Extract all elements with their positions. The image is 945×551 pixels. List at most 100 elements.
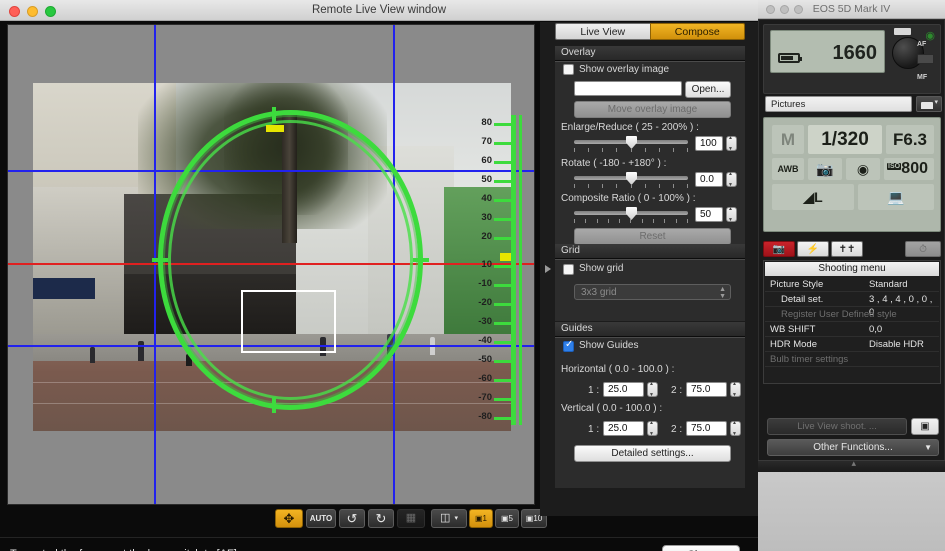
horizontal-guides-label: Horizontal ( 0.0 - 100.0 ) : [561,364,674,375]
battery-icon [778,53,800,63]
menu-key: Detail set. [781,293,823,306]
live-view-viewer[interactable]: 80 70 60 50 40 30 20 10 -10 -20 -30 -40 … [7,24,535,505]
enlarge-reduce-slider[interactable] [574,136,688,150]
af-mf-switch[interactable]: AF MF [915,41,937,81]
flash-menu-tab[interactable]: ⚡ [797,241,829,257]
menu-row-detail-set[interactable]: Detail set. 3 , 4 , 4 , 0 , 0 , 0 [765,293,939,307]
ruler-bar-secondary [519,115,522,425]
shooting-mode-value[interactable]: M [772,125,804,154]
show-guides-checkbox[interactable] [563,341,574,352]
metering-mode-icon[interactable]: ◉ [846,158,880,180]
composite-ratio-slider[interactable] [574,207,688,221]
vertical-2-label: 2 : [671,424,682,435]
compose-tick-bottom [272,397,276,413]
ruler-label: -20 [466,297,492,308]
camera-window-resize-grip[interactable] [758,460,945,472]
zoom-1x-button[interactable]: ▣1 [469,509,493,528]
zoom-5x-button[interactable]: ▣5 [495,509,519,528]
rotate-slider[interactable] [574,172,688,186]
split-view-button[interactable]: ◫ ▾ [431,509,467,528]
menu-row-hdr-mode[interactable]: HDR Mode Disable HDR [765,338,939,352]
horizontal-1-field[interactable]: 25.0 [603,382,644,397]
focus-frame[interactable] [241,290,336,353]
enlarge-reduce-stepper[interactable] [726,136,737,151]
chevron-down-icon: ▼ [924,440,932,456]
grid-type-select[interactable]: 3x3 grid ▲▼ [574,284,731,300]
desktop-background [758,472,945,551]
reset-button[interactable]: Reset [574,228,731,245]
compose-handle-top[interactable] [266,125,284,132]
rotate-left-button[interactable]: ↺ [339,509,365,528]
menu-row-picture-style[interactable]: Picture Style Standard [765,278,939,292]
ruler-label: -60 [466,373,492,384]
rotate-right-button[interactable]: ↻ [368,509,394,528]
focus-target-button[interactable]: ✥ [275,509,303,528]
chevron-down-icon: ▾ [454,510,458,527]
image-awning [33,278,95,299]
compose-tick-right [413,258,429,262]
shooting-menu-tab[interactable]: 📷 [763,241,795,257]
rotate-stepper[interactable] [726,172,737,187]
enlarge-reduce-value[interactable]: 100 [695,136,723,151]
image-pedestrian [90,347,95,363]
grid-section-header: Grid [555,244,745,259]
af-mf-toggle-icon[interactable] [917,54,934,64]
menu-row-bulb-timer[interactable]: Bulb timer settings [765,353,939,367]
overlay-path-field[interactable] [574,81,682,96]
stepper-arrows-icon: ▲▼ [719,286,726,300]
detailed-settings-button[interactable]: Detailed settings... [574,445,731,462]
show-grid-checkbox[interactable] [563,264,574,275]
vertical-1-field[interactable]: 25.0 [603,421,644,436]
open-overlay-button[interactable]: Open... [685,81,731,98]
compose-tick-top [272,107,276,123]
mf-label: MF [917,74,927,81]
rotate-value[interactable]: 0.0 [695,172,723,187]
vertical-2-stepper[interactable] [730,421,741,436]
vertical-1-stepper[interactable] [647,421,658,436]
vertical-2-field[interactable]: 75.0 [686,421,727,436]
folder-picker-button[interactable] [916,96,942,112]
save-destination-icon[interactable]: 💻 [858,184,934,210]
horizontal-2-stepper[interactable] [730,382,741,397]
show-overlay-checkbox[interactable] [563,64,574,75]
live-view-shoot-button[interactable]: Live View shoot. ... [767,418,907,435]
picture-style-icon[interactable]: 📷 [808,158,842,180]
vertical-1-label: 1 : [588,424,599,435]
shutter-speed-value[interactable]: 1/320 [808,125,882,154]
timer-menu-tab[interactable]: ⏱ [905,241,941,257]
ruler-label: 20 [466,231,492,242]
horizontal-1-stepper[interactable] [647,382,658,397]
menu-row-register-user-style[interactable]: Register User Defined style [765,308,939,322]
rotate-right-icon: ↻ [376,510,387,527]
camera-control-window: EOS 5D Mark IV 1660 ◉ AF MF Pictures [758,0,945,551]
aperture-value[interactable]: F6.3 [886,125,934,154]
move-overlay-image-button[interactable]: Move overlay image [574,101,731,118]
composite-ratio-stepper[interactable] [726,207,737,222]
setup-menu-tab[interactable]: ✝✝ [831,241,863,257]
iso-value[interactable]: ISO 800 [884,158,934,180]
grid-icon: ▦ [406,510,416,527]
composite-ratio-value[interactable]: 50 [695,207,723,222]
white-balance-value[interactable]: AWB [772,158,804,180]
horizontal-2-field[interactable]: 75.0 [686,382,727,397]
enlarge-reduce-label: Enlarge/Reduce ( 25 - 200% ) : [561,122,699,133]
image-quality-icon[interactable]: ◢L [772,184,854,210]
other-functions-button[interactable]: Other Functions... ▼ [767,439,939,456]
tab-live-view[interactable]: Live View [555,23,650,40]
compose-panel: Live View Compose Overlay Show overlay i… [540,22,758,516]
menu-key: Bulb timer settings [770,353,848,366]
menu-key: Register User Defined style [781,308,897,321]
image-building-left-lower [33,187,138,333]
iso-tag: ISO [887,163,901,170]
aspect-grid-button[interactable]: ▦ [397,509,425,528]
destination-folder-field[interactable]: Pictures [765,96,912,112]
remote-shoot-icon[interactable]: ▣ [911,418,939,435]
menu-key: HDR Mode [770,338,817,351]
menu-row-wb-shift[interactable]: WB SHIFT 0,0 [765,323,939,337]
image-pedestrian [138,341,144,361]
grid-disclosure-triangle[interactable] [545,265,551,273]
tab-compose[interactable]: Compose [650,23,746,40]
ruler-label: 60 [466,155,492,166]
close-button[interactable]: Close [662,545,740,551]
auto-white-balance-button[interactable]: AUTO [306,509,336,528]
